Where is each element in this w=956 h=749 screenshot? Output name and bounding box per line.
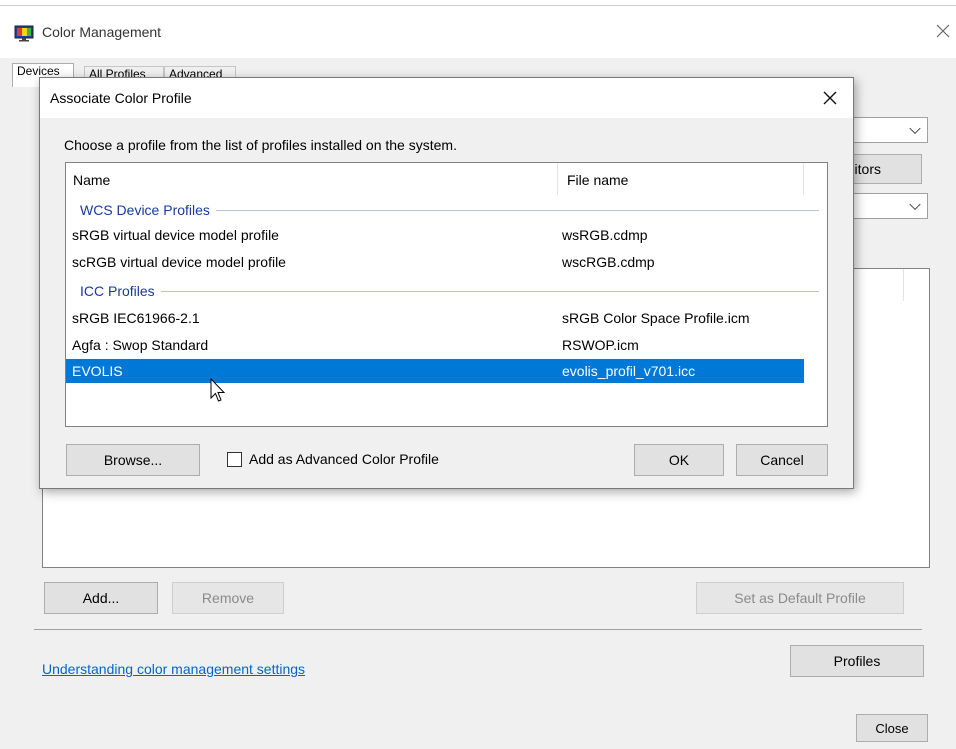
dialog-title: Associate Color Profile [50,90,192,106]
list-item[interactable]: sRGB IEC61966-2.1 sRGB Color Space Profi… [66,305,827,332]
chevron-down-icon [909,198,921,211]
main-close-icon[interactable] [934,22,952,40]
profile-file: evolis_profil_v701.icc [562,363,696,379]
profile-file: sRGB Color Space Profile.icm [562,310,750,326]
column-header-file[interactable]: File name [567,172,628,188]
dialog-instruction: Choose a profile from the list of profil… [64,137,457,153]
close-button-label: Close [875,720,909,736]
group-header: ICC Profiles [66,278,827,304]
mouse-cursor-icon [210,377,226,404]
profile-file: wsRGB.cdmp [562,227,648,243]
associate-profile-dialog: Associate Color Profile Choose a profile… [39,77,854,489]
profile-name: sRGB IEC61966-2.1 [72,310,200,326]
add-profile-button[interactable]: Add... [44,582,158,614]
set-default-button-label: Set as Default Profile [734,590,866,606]
chevron-down-icon [909,122,921,135]
profile-file: RSWOP.icm [562,337,639,353]
profile-file: wscRGB.cdmp [562,254,655,270]
column-divider [903,269,904,301]
remove-button-label: Remove [201,590,255,606]
cancel-button[interactable]: Cancel [736,444,828,476]
list-item-selected[interactable]: EVOLIS evolis_profil_v701.icc [66,359,804,383]
group-header-label: ICC Profiles [80,278,161,304]
profile-list[interactable]: Name File name WCS Device Profiles sRGB … [65,162,828,427]
profile-name: scRGB virtual device model profile [72,254,286,270]
list-item[interactable]: scRGB virtual device model profile wscRG… [66,249,827,276]
list-header-row: Name File name [66,163,827,197]
remove-profile-button[interactable]: Remove [172,582,284,614]
header-divider [803,163,804,195]
ok-button[interactable]: OK [634,444,724,476]
tab-devices-label: Devices [17,64,60,78]
set-default-profile-button[interactable]: Set as Default Profile [696,582,904,614]
profile-name: EVOLIS [72,363,123,379]
main-window-title: Color Management [42,24,162,40]
identify-monitors-label: itors [854,161,881,177]
profile-name: Agfa : Swop Standard [72,337,209,353]
advanced-profile-checkbox-label[interactable]: Add as Advanced Color Profile [249,451,439,467]
browse-button[interactable]: Browse... [66,444,200,476]
app-icon [14,25,34,42]
list-item[interactable]: sRGB virtual device model profile wsRGB.… [66,222,827,249]
help-link[interactable]: Understanding color management settings [42,661,305,677]
cancel-button-label: Cancel [760,452,804,468]
column-header-name[interactable]: Name [73,172,110,188]
header-divider [557,163,558,195]
group-header-label: WCS Device Profiles [80,197,216,223]
profiles-button[interactable]: Profiles [790,645,924,677]
advanced-profile-checkbox[interactable] [227,452,242,467]
separator-line [34,629,922,630]
dialog-close-icon[interactable] [820,88,840,108]
group-header: WCS Device Profiles [66,197,827,223]
list-item[interactable]: Agfa : Swop Standard RSWOP.icm [66,332,827,359]
profile-name: sRGB virtual device model profile [72,227,279,243]
profiles-button-label: Profiles [833,653,881,669]
close-button[interactable]: Close [856,714,928,742]
browse-button-label: Browse... [103,452,163,468]
ok-button-label: OK [668,452,690,468]
add-button-label: Add... [82,590,120,606]
